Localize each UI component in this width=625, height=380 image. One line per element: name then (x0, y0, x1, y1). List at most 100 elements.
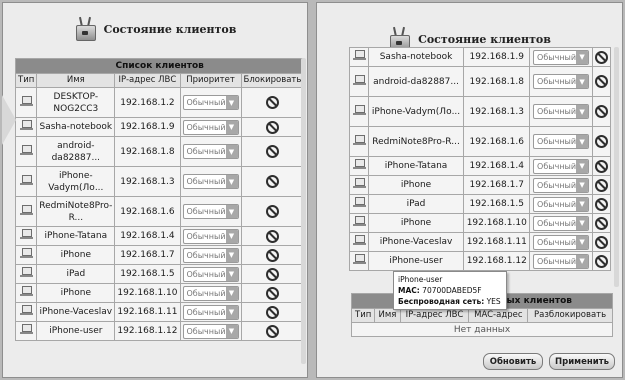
scrollbar[interactable] (614, 47, 619, 287)
scrollbar[interactable] (301, 58, 306, 364)
block-icon[interactable] (265, 267, 279, 281)
priority-select[interactable]: Обычный ▼ (182, 144, 239, 159)
priority-select[interactable]: Обычный ▼ (182, 204, 239, 219)
chevron-down-icon[interactable]: ▼ (576, 254, 589, 268)
chevron-down-icon[interactable]: ▼ (576, 197, 589, 211)
device-icon (352, 50, 366, 61)
chevron-down-icon[interactable]: ▼ (225, 120, 238, 134)
block-icon[interactable] (265, 96, 279, 109)
priority-value: Обычный (537, 199, 577, 209)
block-icon[interactable] (594, 197, 608, 211)
block-icon[interactable] (594, 75, 608, 88)
chevron-down-icon[interactable]: ▼ (576, 235, 589, 249)
apply-button[interactable]: Применить (549, 353, 615, 370)
column-header-ip: IP-адрес ЛВС (114, 73, 181, 88)
chevron-down-icon[interactable]: ▼ (576, 135, 589, 148)
priority-value: Обычный (186, 177, 226, 186)
priority-select[interactable]: Обычный ▼ (533, 234, 590, 250)
table-row: android-da82887... 192.168.1.8 Обычный ▼ (349, 66, 612, 97)
priority-select[interactable]: Обычный ▼ (533, 158, 590, 174)
priority-select[interactable]: Обычный ▼ (533, 74, 590, 89)
client-ip: 192.168.1.8 (114, 136, 181, 167)
priority-select[interactable]: Обычный ▼ (182, 228, 239, 244)
chevron-down-icon[interactable]: ▼ (576, 105, 589, 118)
block-icon[interactable] (594, 50, 608, 64)
chevron-down-icon[interactable]: ▼ (576, 159, 589, 173)
chevron-down-icon[interactable]: ▼ (576, 178, 589, 192)
chevron-down-icon[interactable]: ▼ (225, 229, 238, 243)
priority-cell: Обычный ▼ (179, 136, 242, 167)
block-icon[interactable] (265, 205, 279, 218)
chevron-down-icon[interactable]: ▼ (225, 267, 238, 281)
priority-select[interactable]: Обычный ▼ (533, 177, 590, 193)
block-icon[interactable] (594, 159, 608, 173)
priority-value: Обычный (186, 269, 226, 279)
block-icon[interactable] (594, 254, 608, 268)
priority-select[interactable]: Обычный ▼ (533, 215, 590, 231)
block-icon[interactable] (265, 305, 279, 319)
block-cell (591, 213, 612, 233)
block-icon[interactable] (265, 145, 279, 158)
table-row: iPhone 192.168.1.10 Обычный ▼ (349, 213, 612, 233)
priority-select[interactable]: Обычный ▼ (182, 266, 239, 282)
block-icon[interactable] (594, 135, 608, 148)
priority-value: Обычный (537, 180, 577, 190)
priority-select[interactable]: Обычный ▼ (533, 104, 590, 119)
priority-select[interactable]: Обычный ▼ (182, 174, 239, 189)
chevron-down-icon[interactable]: ▼ (225, 324, 238, 338)
block-icon[interactable] (265, 324, 279, 338)
device-icon (352, 134, 366, 146)
refresh-button[interactable]: Обновить (483, 353, 543, 370)
block-icon[interactable] (594, 105, 608, 118)
priority-select[interactable]: Обычный ▼ (533, 253, 590, 269)
chevron-down-icon[interactable]: ▼ (225, 205, 238, 218)
priority-select[interactable]: Обычный ▼ (533, 196, 590, 212)
device-icon (19, 286, 33, 297)
priority-cell: Обычный ▼ (529, 232, 593, 252)
priority-select[interactable]: Обычный ▼ (182, 285, 239, 301)
chevron-down-icon[interactable]: ▼ (576, 75, 589, 88)
device-type-cell (14, 264, 38, 284)
table-row: iPhone-Vadym(Ло... 192.168.1.3 Обычный ▼ (349, 96, 612, 127)
chevron-down-icon[interactable]: ▼ (225, 305, 238, 319)
chevron-down-icon[interactable]: ▼ (225, 96, 238, 109)
client-name: Sasha-notebook (36, 117, 116, 137)
priority-select[interactable]: Обычный ▼ (533, 49, 590, 65)
priority-select[interactable]: Обычный ▼ (182, 304, 239, 320)
priority-select[interactable]: Обычный ▼ (533, 134, 590, 149)
block-icon[interactable] (265, 175, 279, 188)
chevron-down-icon[interactable]: ▼ (225, 248, 238, 262)
priority-value: Обычный (537, 107, 577, 116)
block-icon[interactable] (265, 286, 279, 300)
priority-select[interactable]: Обычный ▼ (182, 95, 239, 110)
device-type-cell (349, 47, 369, 67)
chevron-down-icon[interactable]: ▼ (225, 175, 238, 188)
block-cell (240, 283, 305, 303)
device-type-cell (14, 321, 38, 341)
table-row: RedmiNote8Pro-R... 192.168.1.6 Обычный ▼ (14, 196, 305, 227)
chevron-down-icon[interactable]: ▼ (576, 50, 589, 64)
device-type-cell (349, 175, 369, 195)
priority-cell: Обычный ▼ (529, 156, 593, 176)
block-icon[interactable] (265, 120, 279, 134)
priority-value: Обычный (186, 231, 226, 241)
block-icon[interactable] (265, 248, 279, 262)
column-header-name: Имя (374, 308, 401, 323)
client-name: iPhone-Tatana (367, 156, 465, 176)
chevron-down-icon[interactable]: ▼ (576, 216, 589, 230)
device-icon (19, 267, 33, 278)
tooltip-wireless-label: Беспроводная сеть: (398, 297, 485, 306)
block-icon[interactable] (594, 178, 608, 192)
chevron-down-icon[interactable]: ▼ (225, 286, 238, 300)
block-icon[interactable] (594, 235, 608, 249)
block-icon[interactable] (265, 229, 279, 243)
table-row: iPhone-user 192.168.1.12 Обычный ▼ (14, 321, 305, 341)
priority-select[interactable]: Обычный ▼ (182, 323, 239, 339)
table-row: iPad 192.168.1.5 Обычный ▼ (349, 194, 612, 214)
priority-select[interactable]: Обычный ▼ (182, 247, 239, 263)
block-icon[interactable] (594, 216, 608, 230)
client-name: android-da82887... (367, 66, 465, 97)
chevron-down-icon[interactable]: ▼ (225, 145, 238, 158)
priority-select[interactable]: Обычный ▼ (182, 119, 239, 135)
device-type-cell (349, 194, 369, 214)
